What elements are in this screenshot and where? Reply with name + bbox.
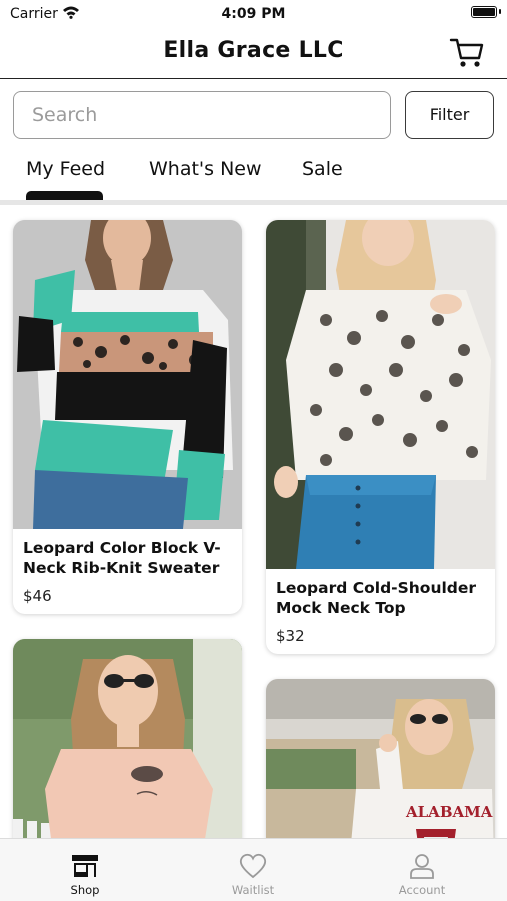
shopping-cart-icon[interactable]: [449, 36, 485, 70]
person-icon: [410, 854, 434, 879]
search-input[interactable]: Search: [13, 91, 391, 139]
product-image: ALABAMA: [266, 679, 495, 838]
battery-icon: [471, 6, 497, 18]
bottom-tab-shop[interactable]: Shop: [25, 839, 145, 901]
bottom-tab-bar: Shop Waitlist Account: [0, 838, 507, 901]
bottom-tab-label: Account: [398, 883, 446, 897]
heart-icon: [239, 853, 267, 879]
bottom-tab-label: Shop: [70, 883, 100, 897]
tab-my-feed[interactable]: My Feed: [26, 158, 105, 180]
battery-tip: [499, 9, 501, 14]
nav-header: Ella Grace LLC: [0, 28, 507, 79]
filter-button[interactable]: Filter: [405, 91, 494, 139]
bottom-tab-waitlist[interactable]: Waitlist: [193, 839, 313, 901]
product-name: Leopard Cold-Shoulder Mock Neck Top: [276, 579, 477, 617]
product-name: Leopard Color Block V-Neck Rib-Knit Swea…: [23, 539, 221, 577]
product-image: [13, 220, 242, 529]
product-grid: Leopard Color Block V-Neck Rib-Knit Swea…: [0, 205, 507, 838]
tab-sale[interactable]: Sale: [302, 158, 343, 180]
product-card[interactable]: [13, 639, 242, 838]
product-image: [266, 220, 495, 569]
product-image: [13, 639, 242, 838]
product-price: $32: [276, 627, 305, 645]
active-tab-indicator: [26, 191, 103, 200]
page-title: Ella Grace LLC: [163, 38, 344, 63]
product-card[interactable]: Leopard Color Block V-Neck Rib-Knit Swea…: [13, 220, 242, 614]
product-card[interactable]: ALABAMA: [266, 679, 495, 838]
clock: 4:09 PM: [221, 6, 286, 22]
bottom-tab-account[interactable]: Account: [362, 839, 482, 901]
storefront-icon: [72, 855, 98, 877]
product-price: $46: [23, 587, 52, 605]
bottom-tab-label: Waitlist: [231, 883, 275, 897]
tab-whats-new[interactable]: What's New: [149, 158, 262, 180]
product-card[interactable]: Leopard Cold-Shoulder Mock Neck Top $32: [266, 220, 495, 654]
status-bar: Carrier 4:09 PM: [0, 0, 507, 28]
svg-text:ALABAMA: ALABAMA: [405, 803, 493, 821]
feed-tabs: My Feed What's New Sale: [0, 148, 507, 205]
